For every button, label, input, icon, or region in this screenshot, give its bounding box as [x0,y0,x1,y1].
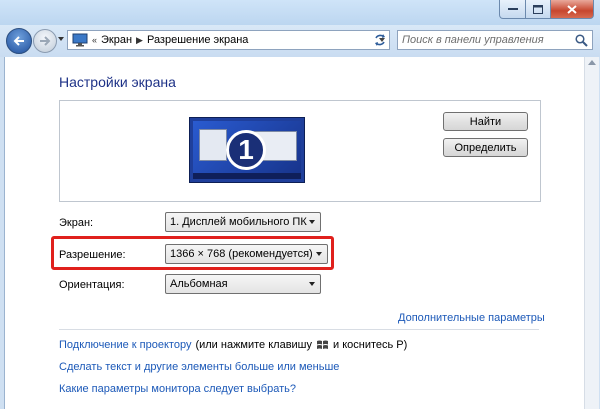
maximize-button[interactable] [526,0,551,19]
minimize-button[interactable] [499,0,526,19]
projector-hint-text: (или нажмите клавишу [195,339,313,351]
monitor-screen: 1 [193,121,301,179]
caption-buttons [499,0,594,19]
screen-select[interactable]: 1. Дисплей мобильного ПК [165,212,321,232]
page-title: Настройки экрана [59,74,176,90]
chevron-down-icon [316,252,322,256]
divider [59,329,539,330]
search-input[interactable] [402,33,572,47]
screen-select-value: 1. Дисплей мобильного ПК [170,216,307,228]
address-bar[interactable]: « Экран ▶ Разрешение экрана [67,30,390,50]
breadcrumb-resolution[interactable]: Разрешение экрана [147,34,248,46]
projector-line: Подключение к проектору (или нажмите кла… [59,339,407,351]
windows-logo-icon [317,340,329,349]
search-icon[interactable] [575,34,588,47]
resolution-label: Разрешение: [59,249,126,261]
window-thumbnail-icon [199,129,227,161]
scroll-up-arrow-icon[interactable] [588,60,596,65]
recent-pages-dropdown[interactable] [58,37,64,41]
title-bar [0,0,600,25]
minimize-icon [507,8,518,10]
monitor-settings-help-link[interactable]: Какие параметры монитора следует выбрать… [59,383,296,395]
forward-button[interactable] [33,29,57,53]
arrow-left-icon [13,36,24,46]
text-size-link[interactable]: Сделать текст и другие элементы больше и… [59,361,339,373]
close-button[interactable] [551,0,594,19]
breadcrumb-screen[interactable]: Экран [101,34,132,46]
breadcrumb-separator-icon: « [92,35,98,45]
advanced-settings-link[interactable]: Дополнительные параметры [398,312,545,324]
projector-link[interactable]: Подключение к проектору [59,339,191,351]
monitor-thumbnail[interactable]: 1 [189,117,305,183]
chevron-down-icon [309,282,315,286]
breadcrumb-arrow-icon: ▶ [136,34,143,45]
arrow-right-icon [40,36,51,46]
orientation-select-value: Альбомная [170,278,228,290]
chevron-down-icon [309,220,315,224]
vertical-scrollbar[interactable] [584,57,599,409]
search-box[interactable] [397,30,593,50]
find-button[interactable]: Найти [443,112,528,131]
projector-hint-suffix: и коснитесь P) [333,339,408,351]
navigation-bar: « Экран ▶ Разрешение экрана [0,25,600,57]
resolution-select-value: 1366 × 768 (рекомендуется) [170,248,313,260]
display-icon [72,33,88,47]
monitor-number-badge: 1 [226,130,266,170]
close-icon [567,4,577,14]
maximize-icon [533,4,543,14]
screen-label: Экран: [59,217,94,229]
taskbar-thumbnail [193,173,301,179]
refresh-button[interactable] [370,30,390,50]
back-button[interactable] [6,28,32,54]
resolution-select[interactable]: 1366 × 768 (рекомендуется) [165,244,328,264]
orientation-select[interactable]: Альбомная [165,274,321,294]
identify-button[interactable]: Определить [443,138,528,157]
refresh-icon [375,34,385,46]
orientation-label: Ориентация: [59,279,125,291]
